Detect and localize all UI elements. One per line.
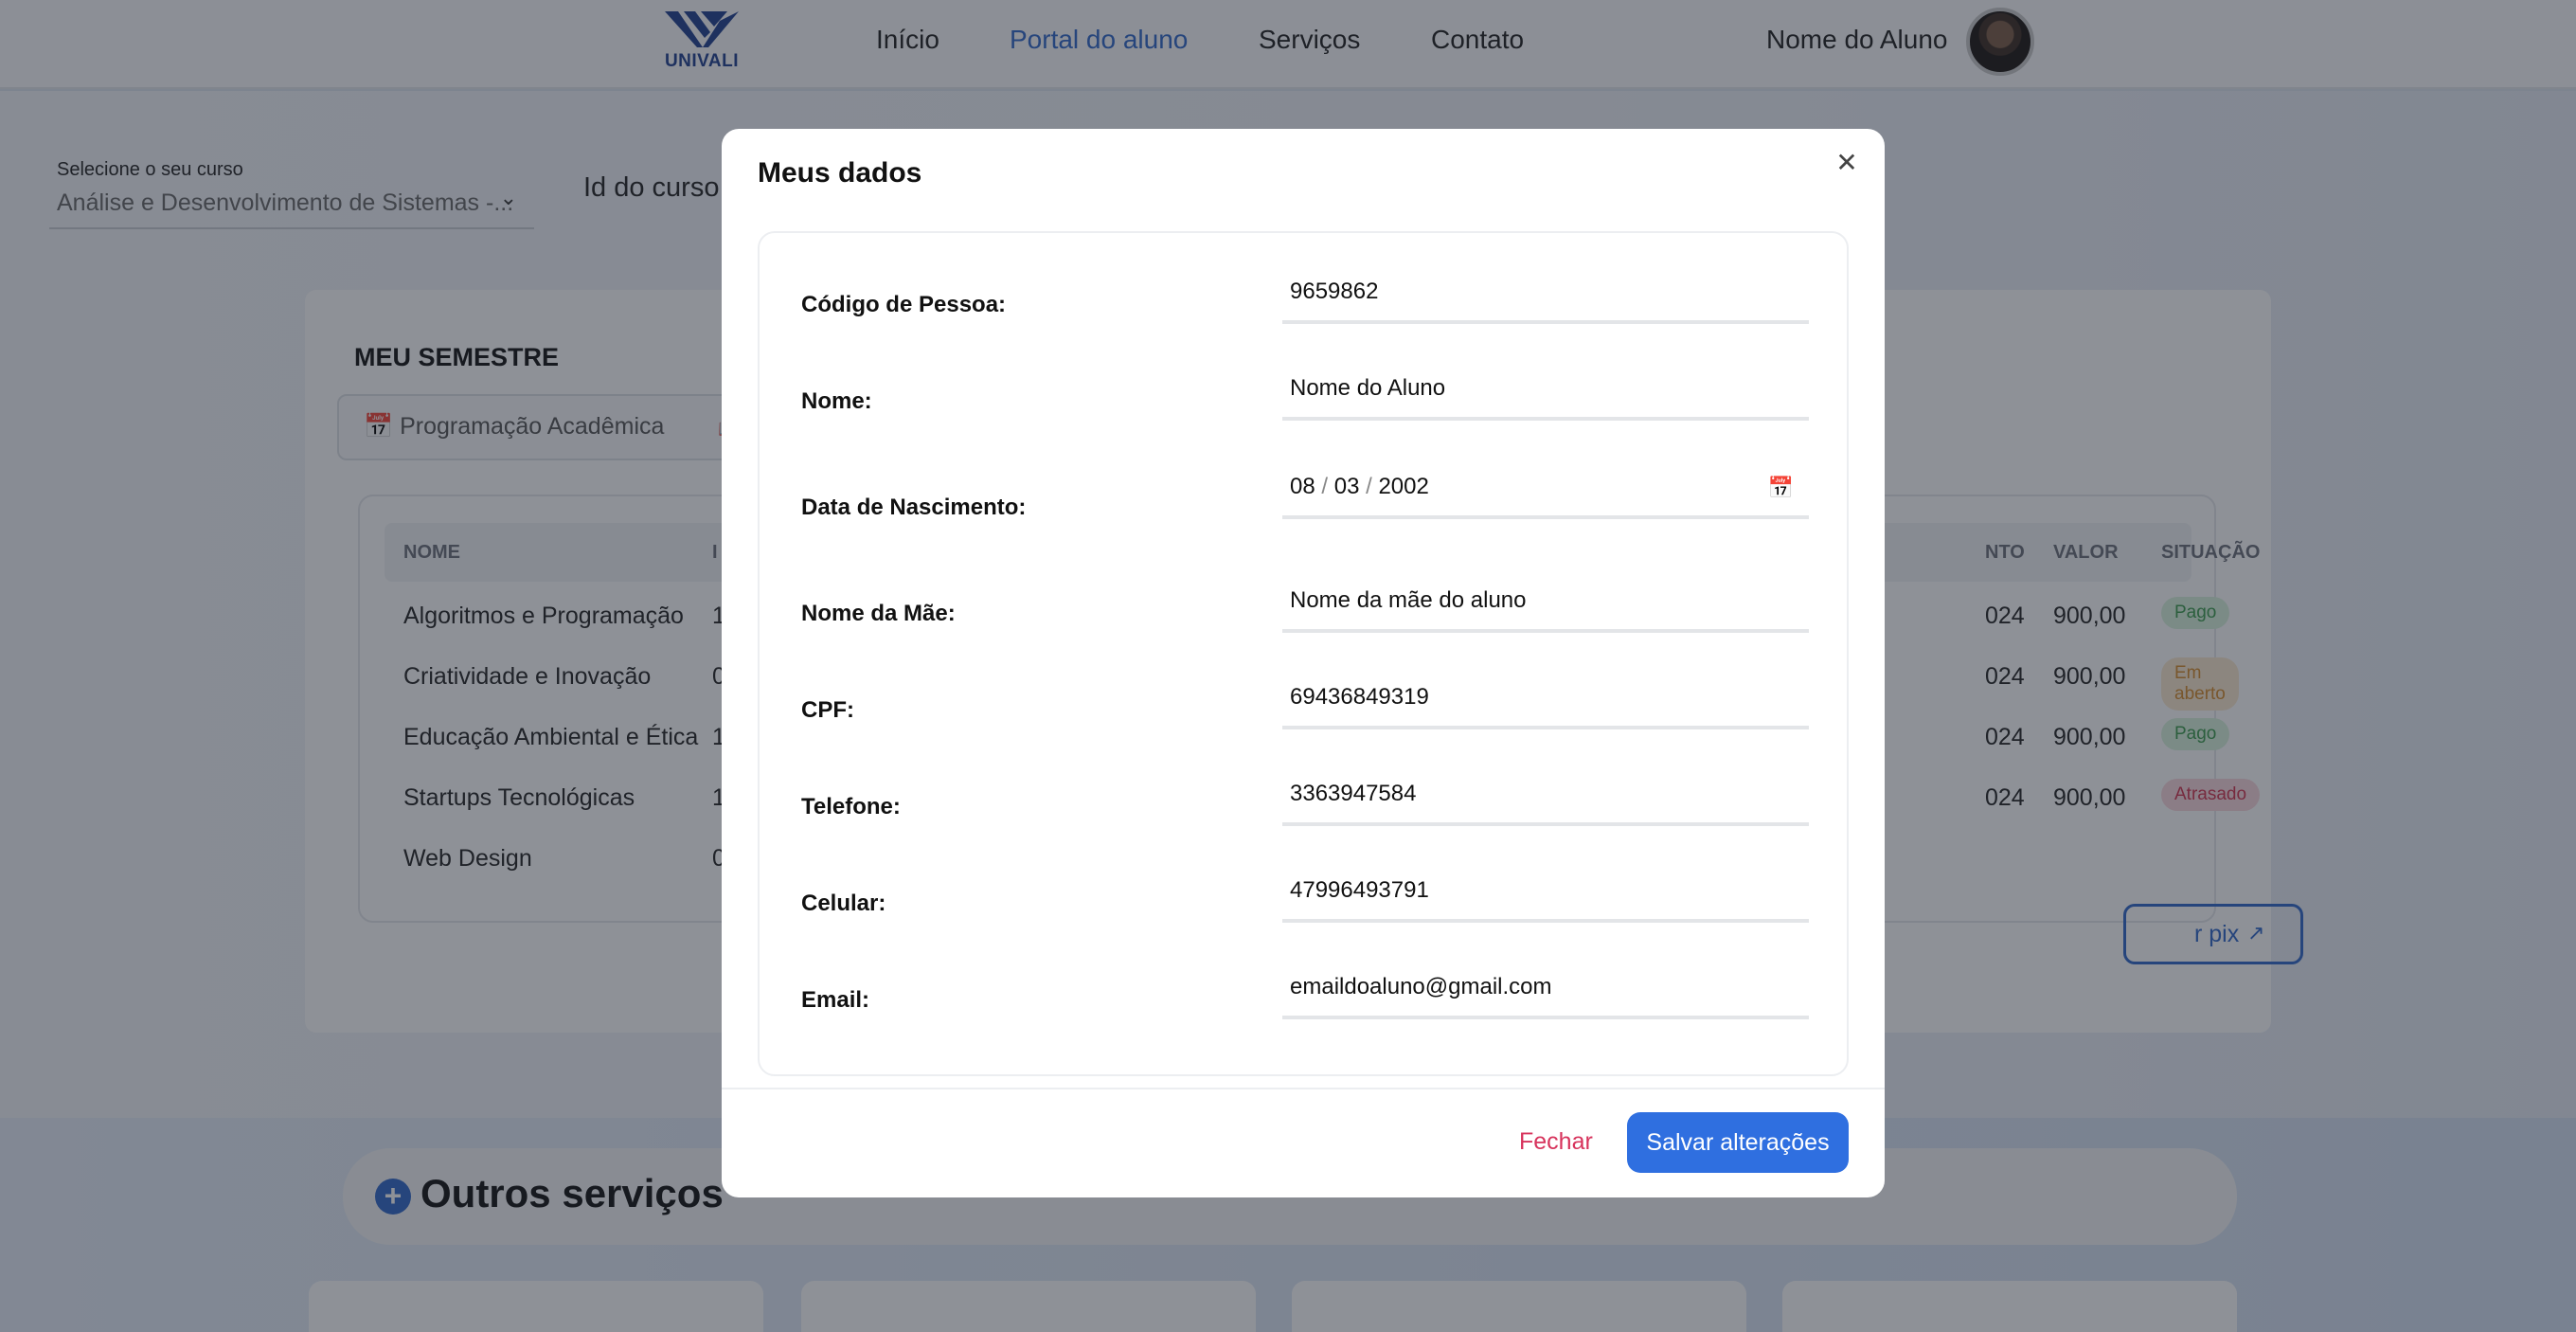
modal-title: Meus dados <box>758 157 922 189</box>
nome-value: Nome do Aluno <box>1290 375 1446 401</box>
codigo-value: 9659862 <box>1290 279 1379 304</box>
date-day: 08 <box>1290 474 1315 499</box>
calendar-icon[interactable]: 📅 <box>1768 476 1794 500</box>
email-value: emaildoaluno@gmail.com <box>1290 974 1552 999</box>
nascimento-label: Data de Nascimento: <box>801 495 1027 520</box>
close-icon[interactable]: ✕ <box>1830 146 1864 180</box>
cpf-value: 69436849319 <box>1290 684 1429 710</box>
nome-field[interactable]: Nome do Aluno <box>1282 366 1809 421</box>
codigo-label: Código de Pessoa: <box>801 292 1007 317</box>
fechar-button[interactable]: Fechar <box>1519 1128 1593 1156</box>
celular-value: 47996493791 <box>1290 877 1429 903</box>
save-button-label: Salvar alterações <box>1646 1129 1830 1156</box>
personal-data-form: Código de Pessoa: 9659862 Nome: Nome do … <box>758 231 1849 1076</box>
cpf-label: CPF: <box>801 697 854 723</box>
telefone-field[interactable]: 3363947584 <box>1282 771 1809 826</box>
meus-dados-modal: Meus dados ✕ Código de Pessoa: 9659862 N… <box>722 129 1885 1197</box>
email-field[interactable]: emaildoaluno@gmail.com <box>1282 964 1809 1019</box>
telefone-label: Telefone: <box>801 794 901 819</box>
mae-value: Nome da mãe do aluno <box>1290 587 1527 613</box>
mae-label: Nome da Mãe: <box>801 601 956 626</box>
cpf-field[interactable]: 69436849319 <box>1282 675 1809 729</box>
nome-label: Nome: <box>801 388 872 414</box>
email-label: Email: <box>801 987 870 1013</box>
mae-field[interactable]: Nome da mãe do aluno <box>1282 578 1809 633</box>
celular-field[interactable]: 47996493791 <box>1282 868 1809 923</box>
date-of-birth-field[interactable]: 08 / 03 / 2002 📅 <box>1282 464 1809 519</box>
date-year: 2002 <box>1378 474 1429 499</box>
celular-label: Celular: <box>801 891 886 916</box>
telefone-value: 3363947584 <box>1290 781 1417 806</box>
salvar-alteracoes-button[interactable]: Salvar alterações <box>1627 1112 1849 1173</box>
date-month: 03 <box>1333 474 1360 499</box>
codigo-field[interactable]: 9659862 <box>1282 269 1809 324</box>
modal-footer-divider <box>722 1088 1885 1089</box>
date-value: 08 / 03 / 2002 <box>1290 474 1429 499</box>
